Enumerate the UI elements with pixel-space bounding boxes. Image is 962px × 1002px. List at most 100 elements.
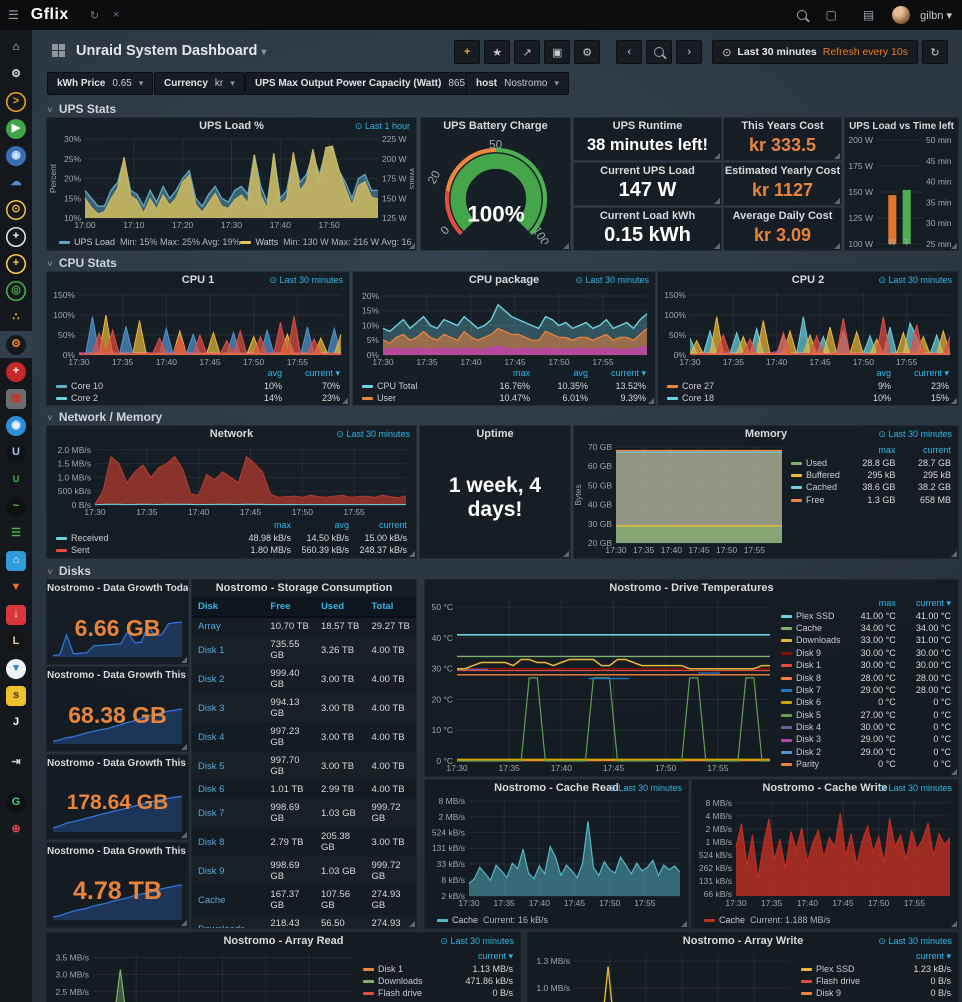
user-menu[interactable]: gilbn ▾ (920, 9, 952, 22)
dashboard-title[interactable]: Unraid System Dashboard ▾ (76, 43, 266, 59)
table-column-header[interactable]: Used (315, 597, 366, 617)
section-network-memory[interactable]: ˅Network / Memory (47, 410, 162, 424)
legend-column[interactable]: max (843, 444, 899, 456)
refresh-button[interactable]: ↻ (922, 40, 948, 64)
app-water-drop-icon[interactable]: ▾ (0, 655, 32, 682)
legend-item[interactable]: Disk 729.00 °C28.00 °C (778, 684, 954, 696)
resize-handle[interactable]: ◢ (951, 397, 957, 405)
tab-close-icon[interactable]: × (113, 9, 119, 21)
time-range-badge[interactable]: ⊙ Last 30 minutes (575, 275, 649, 286)
app-radar-green-icon[interactable]: ◎ (0, 277, 32, 304)
panel-title[interactable]: UPS Load vs Time left (845, 118, 958, 134)
legend-column[interactable]: avg (836, 367, 894, 379)
legend-item[interactable]: Sent1.80 MB/s560.39 kB/s248.37 kB/s (53, 544, 410, 556)
battery-gauge[interactable]: 0 20 50 100 100% (421, 134, 570, 250)
signout-icon[interactable]: ⇥ (0, 749, 32, 776)
legend-item[interactable]: User10.47%6.01%9.39% (359, 392, 649, 404)
legend-item[interactable]: Disk 828.00 °C28.00 °C (778, 671, 954, 683)
variable-ups-capacity[interactable]: UPS Max Output Power Capacity (Watt)865▾ (245, 72, 487, 95)
legend-item[interactable]: Disk 527.00 °C0 °C (778, 709, 954, 721)
section-disks[interactable]: ˅Disks (47, 564, 91, 578)
app-gitlab-icon[interactable]: ▼ (0, 574, 32, 601)
time-range-badge[interactable]: ⊙ Last 30 minutes (608, 783, 682, 794)
app-film-blue-icon[interactable]: ◉ (0, 142, 32, 169)
settings-gear-icon[interactable]: ⚙ (0, 61, 32, 88)
app-graph-red-icon[interactable]: ▦ (0, 385, 32, 412)
app-unraid-gear-icon[interactable]: ⚙ (0, 331, 32, 358)
legend-item[interactable]: Core 1810%15% (664, 392, 952, 404)
app-play-green-icon[interactable]: ▶ (0, 115, 32, 142)
app-logo[interactable]: Gflix (31, 6, 69, 24)
resize-handle[interactable]: ◢ (409, 920, 415, 928)
app-green-arcs-icon[interactable]: ∪ (0, 466, 32, 493)
legend-item[interactable]: Core 279%23% (664, 379, 952, 391)
app-target-white-icon[interactable]: + (0, 223, 32, 250)
time-range-badge[interactable]: ⊙ Last 1 hour (355, 121, 410, 132)
legend-item[interactable]: Downloads471.86 kB/s (360, 975, 516, 987)
legend-item[interactable]: Disk 229.00 °C0 °C (778, 746, 954, 758)
app-download-red-icon[interactable]: ↓ (0, 601, 32, 628)
cache-read-chart[interactable]: 2 kB/s8 kB/s33 kB/s131 kB/s524 kB/s2 MB/… (427, 796, 686, 909)
save-button[interactable]: ▣ (544, 40, 570, 64)
time-range-badge[interactable]: ⊙ Last 30 minutes (336, 429, 410, 440)
legend-item[interactable]: Cached38.6 GB38.2 GB (788, 481, 954, 493)
legend-item[interactable]: Flash drive0 B/s (798, 975, 954, 987)
legend-item[interactable]: CacheCurrent: 16 kB/s (437, 915, 548, 925)
legend-column[interactable]: current ▾ (899, 597, 954, 609)
hamburger-menu-icon[interactable]: ☰ (8, 8, 19, 22)
legend-item[interactable]: Received48.98 kB/s14.50 kB/s15.00 kB/s (53, 531, 410, 543)
network-chart[interactable]: 0 B/s500 kB/s1.0 MB/s1.5 MB/s2.0 MB/s17:… (49, 442, 414, 518)
home-icon[interactable]: ⌂ (0, 34, 32, 61)
variable-currency[interactable]: Currencykr▾ (154, 72, 245, 95)
time-back-button[interactable]: ‹ (616, 40, 642, 64)
ups-load-chart[interactable]: 10%15%20%25%30%125 W150 W175 W200 W225 W… (49, 134, 414, 231)
zoom-out-button[interactable] (646, 40, 672, 64)
time-picker[interactable]: ⊙ Last 30 minutes Refresh every 10s (712, 40, 918, 64)
legend-column[interactable]: max (236, 519, 294, 531)
table-column-header[interactable]: Disk (192, 597, 264, 617)
resize-handle[interactable]: ◢ (951, 768, 957, 776)
variable-kwh-price[interactable]: kWh Price0.65▾ (47, 72, 153, 95)
memory-chart[interactable]: 20 GB30 GB40 GB50 GB60 GB70 GB17:3017:35… (574, 442, 786, 556)
array-write-chart[interactable]: 1.0 MB/s1.3 MB/s17:3017:3517:4017:4517:5… (528, 949, 796, 1002)
time-range-badge[interactable]: ⊙ Last 30 minutes (440, 936, 514, 947)
legend-column[interactable]: avg (533, 367, 591, 379)
drive-temperatures-chart[interactable]: 0 °C10 °C20 °C30 °C40 °C50 °C17:3017:351… (425, 596, 776, 774)
legend-column[interactable]: current ▾ (894, 367, 952, 379)
legend-item[interactable]: Disk 930.00 °C30.00 °C (778, 647, 954, 659)
section-cpu-stats[interactable]: ˅CPU Stats (47, 256, 117, 270)
variable-host[interactable]: hostNostromo▾ (466, 72, 569, 95)
app-ubiquiti-icon[interactable]: U (0, 439, 32, 466)
time-forward-button[interactable]: › (676, 40, 702, 64)
resize-handle[interactable]: ◢ (951, 242, 957, 250)
panels-icon[interactable]: ▤ (863, 8, 874, 22)
ups-bar-chart[interactable]: 100 W125 W150 W175 W200 W25 min30 min35 … (847, 135, 956, 248)
tab-refresh-icon[interactable]: ↻ (90, 9, 99, 22)
avatar[interactable] (892, 6, 910, 24)
cache-write-chart[interactable]: 66 kB/s131 kB/s262 kB/s524 kB/s1 MB/s2 M… (694, 796, 956, 909)
legend-column[interactable]: max (475, 367, 533, 379)
star-button[interactable]: ★ (484, 40, 510, 64)
legend-item[interactable]: Disk 329.00 °C0 °C (778, 733, 954, 745)
table-column-header[interactable]: Free (264, 597, 315, 617)
time-range-badge[interactable]: ⊙ Last 30 minutes (878, 783, 952, 794)
legend-item[interactable]: Flash drive0 B/s (360, 987, 516, 999)
fullscreen-icon[interactable]: ▢ (825, 8, 836, 22)
app-lazylibrarian-icon[interactable]: L (0, 628, 32, 655)
app-github-icon[interactable]: G (0, 789, 32, 816)
legend-item[interactable]: Plex SSD1.23 kB/s (798, 962, 954, 974)
resize-handle[interactable]: ◢ (563, 242, 569, 250)
legend-item[interactable]: Downloads33.00 °C31.00 °C (778, 634, 954, 646)
legend-item[interactable]: Buffered295 kB295 kB (788, 469, 954, 481)
resize-handle[interactable]: ◢ (409, 550, 415, 558)
app-lifebuoy-icon[interactable]: ⊕ (0, 816, 32, 843)
app-jackett-icon[interactable]: J (0, 709, 32, 736)
app-target-yellow-icon[interactable]: + (0, 250, 32, 277)
search-icon[interactable] (797, 10, 807, 20)
legend-item[interactable]: Core 1010%70% (53, 379, 343, 391)
legend-item[interactable]: Disk 11.13 MB/s (360, 962, 516, 974)
legend-column[interactable]: current (898, 444, 954, 456)
add-panel-button[interactable]: + (454, 40, 480, 64)
dashboard-picker-icon[interactable] (52, 44, 65, 57)
legend-column[interactable]: max (844, 597, 899, 609)
